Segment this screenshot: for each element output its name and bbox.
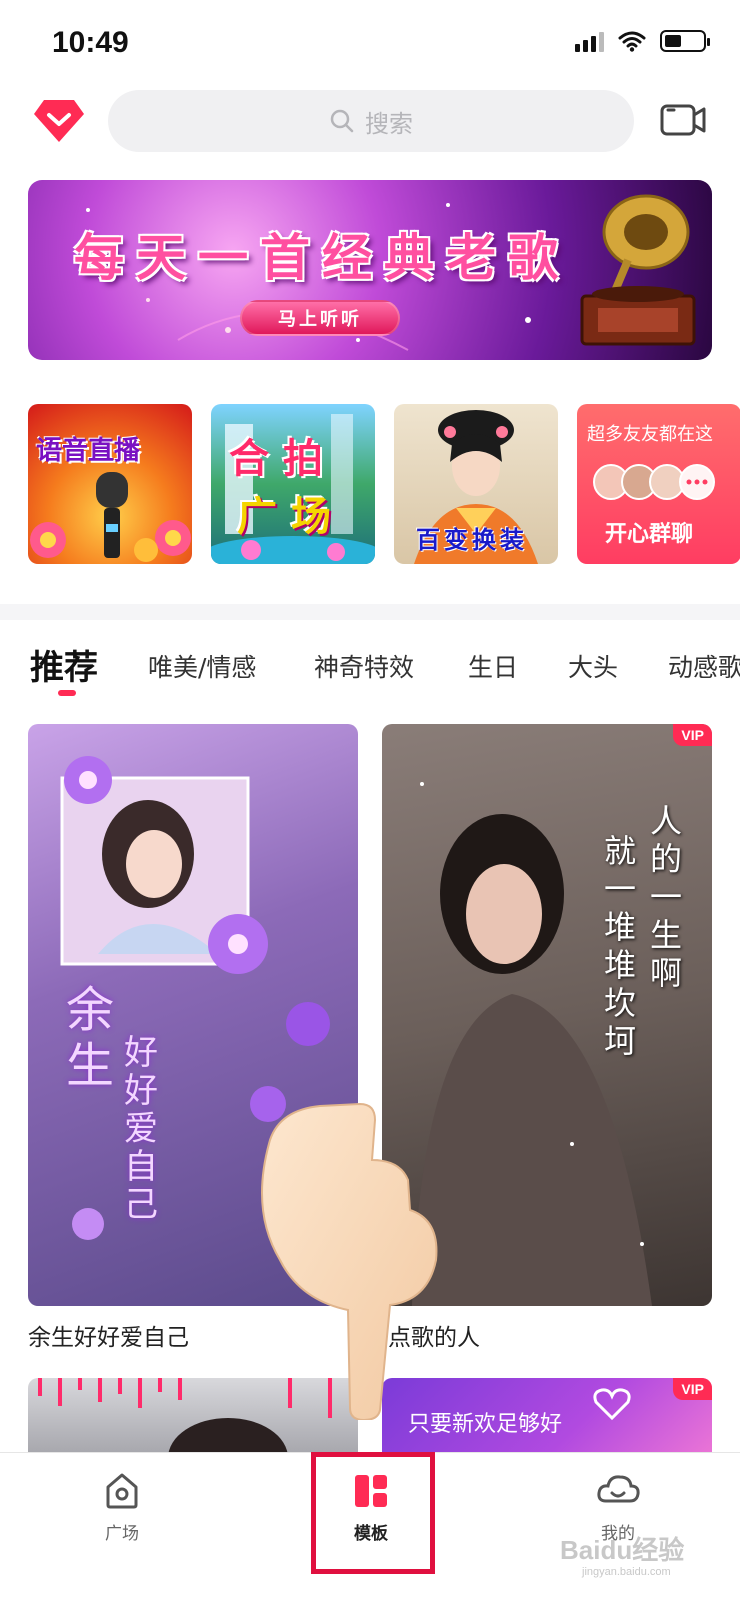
home-icon (106, 1473, 138, 1509)
quick-entry-dress-up[interactable]: 百变换装 (394, 404, 558, 564)
search-placeholder: 搜索 (365, 109, 413, 138)
tab-magic-effects[interactable]: 神奇特效 (314, 648, 414, 684)
nav-item-square[interactable]: 广场 (62, 1471, 182, 1544)
watermark: Baidu经验 (560, 1535, 685, 1565)
listen-now-button[interactable]: 马上听听 (240, 300, 400, 336)
quick-entry-label: 百变换装 (416, 525, 528, 554)
gramophone-image (580, 194, 696, 346)
search-icon (330, 109, 354, 133)
template-overlay-line2: 就一堆堆坎坷 (604, 832, 637, 1060)
template-overlay-big: 余生 (66, 982, 115, 1094)
quick-entry-duet-square[interactable]: 合拍 广场 (211, 404, 375, 564)
avatar-group (593, 464, 715, 500)
section-divider (0, 604, 740, 620)
watermark-url: jingyan.baidu.com (582, 1566, 671, 1578)
video-camera-icon[interactable] (660, 100, 706, 140)
tab-big-head[interactable]: 大头 (568, 648, 618, 684)
vip-badge: VIP (673, 724, 712, 746)
nav-label: 广场 (105, 1524, 139, 1544)
category-tabs: 推荐 唯美/情感 神奇特效 生日 大头 动感歌 (0, 630, 740, 700)
promo-banner[interactable]: 每天一首经典老歌 马上听听 (28, 180, 712, 360)
template-overlay-small: 好好爱自己 (124, 1033, 158, 1225)
search-input[interactable]: 搜索 (108, 90, 634, 152)
tab-recommend[interactable]: 推荐 (30, 640, 98, 689)
battery-icon (660, 30, 710, 52)
group-chat-label: 开心群聊 (605, 522, 694, 547)
heart-icon (593, 1388, 631, 1421)
quick-entry-group-chat[interactable]: 超多友友都在这 开心群聊 (577, 404, 740, 564)
profile-cloud-icon (597, 1475, 640, 1503)
vip-badge: VIP (673, 1378, 712, 1400)
tab-aesthetic-emotion[interactable]: 唯美/情感 (148, 648, 256, 684)
tab-indicator (58, 690, 76, 696)
banner-title: 每天一首经典老歌 (74, 228, 570, 287)
quick-entry-label: 语音直播 (36, 436, 141, 466)
top-bar: 搜索 (0, 86, 740, 158)
diamond-vip-icon[interactable] (34, 98, 84, 144)
quick-entry-label-1: 合拍 (229, 435, 337, 482)
highlight-frame (311, 1452, 435, 1574)
wifi-icon (618, 31, 646, 52)
flower-decoration (30, 520, 191, 562)
tab-dynamic-song[interactable]: 动感歌 (668, 648, 740, 684)
quick-entry-label-2: 广场 (237, 493, 345, 540)
tab-birthday[interactable]: 生日 (468, 648, 518, 684)
quick-entry-row: 语音直播 合拍 广场 百变换装 超多友友都在这 开心群聊 (28, 404, 740, 566)
status-bar: 10:49 (0, 0, 740, 80)
group-chat-caption: 超多友友都在这 (587, 424, 713, 445)
battery-fill (665, 35, 681, 47)
cellular-signal-icon (575, 30, 604, 52)
template-caption-1: 余生好好爱自己 (28, 1325, 189, 1351)
quick-entry-voice-live[interactable]: 语音直播 (28, 404, 192, 564)
status-icons (575, 30, 710, 52)
status-time: 10:49 (52, 26, 129, 59)
template-overlay-line1: 人的一生啊 (650, 802, 683, 992)
pointing-hand-icon (261, 1102, 438, 1420)
